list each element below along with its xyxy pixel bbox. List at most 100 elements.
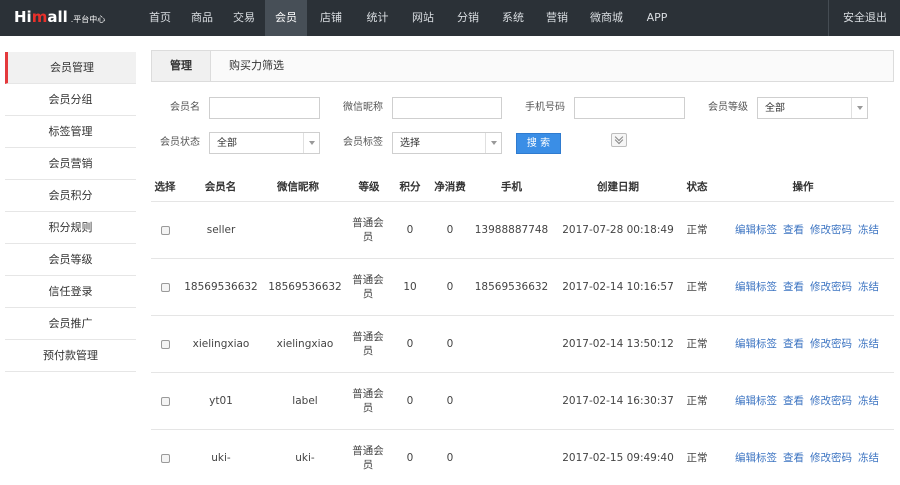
nav-item-stores[interactable]: 店铺 — [307, 0, 355, 36]
nav-item-products[interactable]: 商品 — [181, 0, 223, 36]
edit-tags-link[interactable]: 编辑标签 — [735, 223, 777, 237]
freeze-link[interactable]: 冻结 — [858, 280, 879, 294]
sidebar-item-member-marketing[interactable]: 会员营销 — [5, 148, 136, 180]
logo-subtitle: .平台中心 — [70, 15, 106, 24]
col-wechat-nickname: 微信昵称 — [277, 181, 319, 193]
view-link[interactable]: 查看 — [783, 394, 804, 408]
cell-phone — [473, 316, 550, 372]
sidebar-item-member-promotion[interactable]: 会员推广 — [5, 308, 136, 340]
member-tag-value: 选择 — [400, 138, 420, 149]
member-tag-select[interactable]: 选择 — [392, 132, 502, 154]
change-password-link[interactable]: 修改密码 — [810, 394, 852, 408]
col-select: 选择 — [154, 181, 176, 193]
cell-member-name: uki- — [211, 452, 231, 464]
row-checkbox[interactable] — [160, 396, 170, 406]
col-actions: 操作 — [792, 181, 814, 193]
row-checkbox[interactable] — [160, 225, 170, 235]
member-level-select[interactable]: 全部 — [757, 97, 868, 119]
logout-area: 安全退出 — [828, 0, 887, 36]
nav-item-app[interactable]: APP — [635, 0, 679, 36]
cell-phone — [473, 430, 550, 485]
change-password-link[interactable]: 修改密码 — [810, 223, 852, 237]
member-status-value: 全部 — [217, 138, 237, 149]
cell-select — [151, 259, 179, 315]
cell-wechat-nickname: xielingxiao — [276, 338, 334, 350]
sidebar-item-member-groups[interactable]: 会员分组 — [5, 84, 136, 116]
nav-item-home[interactable]: 首页 — [139, 0, 181, 36]
edit-tags-link[interactable]: 编辑标签 — [735, 280, 777, 294]
cell-phone — [473, 373, 550, 429]
cell-level: 普通会员 — [352, 445, 384, 471]
search-button[interactable]: 搜 索 — [516, 133, 561, 154]
cell-net-spend: 0 — [446, 224, 454, 236]
sidebar-item-member-management[interactable]: 会员管理 — [5, 52, 136, 84]
row-checkbox[interactable] — [160, 282, 170, 292]
logout-link[interactable]: 安全退出 — [843, 0, 887, 36]
member-level-label: 会员等级 — [708, 102, 748, 113]
cell-net-spend: 0 — [446, 395, 454, 407]
cell-phone: 18569536632 — [474, 281, 549, 293]
col-level: 等级 — [358, 181, 380, 193]
table-header: 选择 会员名 微信昵称 等级 积分 净消费 手机 创建日期 状态 操作 — [151, 172, 894, 202]
freeze-link[interactable]: 冻结 — [858, 394, 879, 408]
wechat-nickname-input[interactable] — [392, 97, 502, 119]
cell-status: 正常 — [686, 281, 708, 293]
sidebar-item-trusted-login[interactable]: 信任登录 — [5, 276, 136, 308]
nav-item-system[interactable]: 系统 — [490, 0, 536, 36]
sidebar-item-points-rules[interactable]: 积分规则 — [5, 212, 136, 244]
phone-input[interactable] — [574, 97, 685, 119]
double-chevron-down-icon[interactable] — [611, 133, 627, 147]
row-checkbox[interactable] — [160, 453, 170, 463]
freeze-link[interactable]: 冻结 — [858, 337, 879, 351]
freeze-link[interactable]: 冻结 — [858, 451, 879, 465]
logo[interactable]: Himall .平台中心 — [14, 8, 105, 28]
cell-points: 0 — [406, 395, 414, 407]
phone-label: 手机号码 — [525, 102, 565, 113]
col-points: 积分 — [399, 181, 421, 193]
cell-level: 普通会员 — [352, 388, 384, 414]
tab-bar: 管理 购买力筛选 — [151, 50, 894, 82]
change-password-link[interactable]: 修改密码 — [810, 280, 852, 294]
row-checkbox[interactable] — [160, 339, 170, 349]
sidebar-item-tag-management[interactable]: 标签管理 — [5, 116, 136, 148]
cell-phone: 13988887748 — [474, 224, 549, 236]
view-link[interactable]: 查看 — [783, 337, 804, 351]
nav-item-distribution[interactable]: 分销 — [446, 0, 490, 36]
member-tag-label: 会员标签 — [343, 137, 383, 148]
cell-wechat-nickname: label — [292, 395, 318, 407]
sidebar-item-prepaid-management[interactable]: 预付款管理 — [5, 340, 136, 372]
nav-item-stats[interactable]: 统计 — [355, 0, 400, 36]
view-link[interactable]: 查看 — [783, 223, 804, 237]
cell-status: 正常 — [686, 338, 708, 350]
cell-select — [151, 430, 179, 485]
nav-item-trade[interactable]: 交易 — [223, 0, 265, 36]
nav-item-website[interactable]: 网站 — [400, 0, 446, 36]
main-nav: 首页 商品 交易 会员 店铺 统计 网站 分销 系统 营销 微商城 APP — [139, 0, 679, 36]
nav-item-marketing[interactable]: 营销 — [536, 0, 578, 36]
member-name-input[interactable] — [209, 97, 320, 119]
nav-item-members[interactable]: 会员 — [265, 0, 307, 36]
change-password-link[interactable]: 修改密码 — [810, 337, 852, 351]
table-row: yt01 label 普通会员 0 0 2017-02-14 16:30:37 正常 编辑标签… — [151, 373, 894, 430]
member-status-select[interactable]: 全部 — [209, 132, 320, 154]
sidebar-item-member-points[interactable]: 会员积分 — [5, 180, 136, 212]
col-created-date: 创建日期 — [597, 181, 639, 193]
tab-purchasing-power-filter[interactable]: 购买力筛选 — [211, 51, 302, 81]
sidebar-item-member-levels[interactable]: 会员等级 — [5, 244, 136, 276]
nav-item-micro-mall[interactable]: 微商城 — [578, 0, 635, 36]
edit-tags-link[interactable]: 编辑标签 — [735, 337, 777, 351]
cell-actions: 编辑标签 查看 修改密码 冻结 — [735, 202, 894, 258]
view-link[interactable]: 查看 — [783, 280, 804, 294]
tab-manage[interactable]: 管理 — [152, 51, 211, 81]
table-row: xielingxiao xielingxiao 普通会员 0 0 2017-02-14 1… — [151, 316, 894, 373]
table-row: 18569536632 18569536632 普通会员 10 0 18569536632… — [151, 259, 894, 316]
change-password-link[interactable]: 修改密码 — [810, 451, 852, 465]
edit-tags-link[interactable]: 编辑标签 — [735, 451, 777, 465]
view-link[interactable]: 查看 — [783, 451, 804, 465]
table-row: seller 普通会员 0 0 13988887748 2017-07-28 00:18:… — [151, 202, 894, 259]
cell-wechat-nickname: uki- — [295, 452, 315, 464]
edit-tags-link[interactable]: 编辑标签 — [735, 394, 777, 408]
cell-actions: 编辑标签 查看 修改密码 冻结 — [735, 373, 894, 429]
freeze-link[interactable]: 冻结 — [858, 223, 879, 237]
cell-points: 0 — [406, 452, 414, 464]
